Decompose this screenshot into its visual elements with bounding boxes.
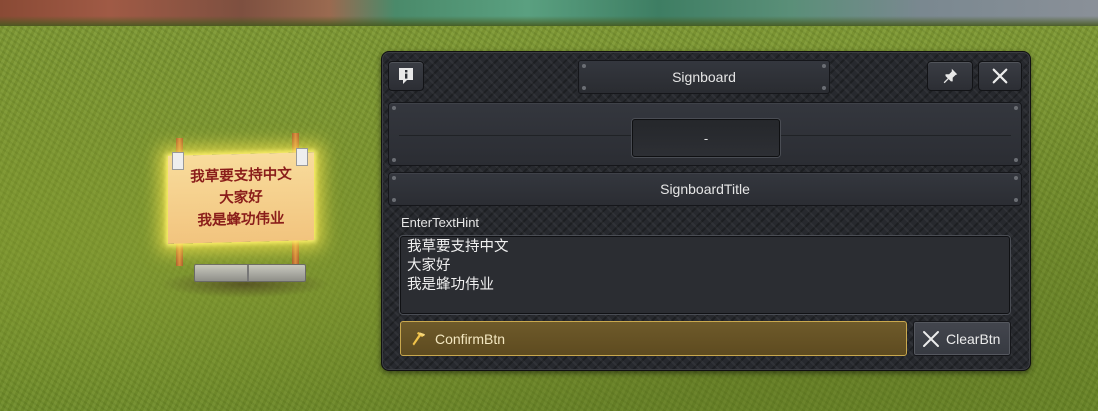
sign-board-face: 我草要支持中文 大家好 我是蜂功伟业 <box>168 152 314 244</box>
sign-base-slab <box>194 264 306 282</box>
value-field[interactable]: - <box>632 119 780 157</box>
confirm-button[interactable]: ConfirmBtn <box>400 321 907 356</box>
clear-button-label: ClearBtn <box>946 330 1001 347</box>
sign-line: 大家好 <box>219 189 263 207</box>
paper-clip-right <box>296 148 308 166</box>
rivet <box>392 176 396 180</box>
sign-text-input[interactable]: 我草要支持中文 大家好 我是蜂功伟业 <box>400 236 1010 314</box>
text-line: 大家好 <box>407 258 451 274</box>
rivet <box>582 86 586 90</box>
world-signboard[interactable]: 我草要支持中文 大家好 我是蜂功伟业 <box>150 130 330 300</box>
enter-text-hint: EnterTextHint <box>401 215 480 230</box>
rivet <box>1014 198 1018 202</box>
rivet <box>822 64 826 68</box>
close-icon <box>992 68 1008 84</box>
info-button[interactable] <box>388 61 424 91</box>
dialog-title-bar: Signboard <box>578 60 830 94</box>
text-line: 我是蜂功伟业 <box>407 277 494 293</box>
info-icon <box>399 68 413 84</box>
signboard-dialog: Signboard - SignboardTitle EnterTextHint… <box>381 51 1031 371</box>
pin-button[interactable] <box>927 61 973 91</box>
value-section: - <box>388 102 1022 166</box>
dialog-title: Signboard <box>672 69 736 85</box>
clear-button[interactable]: ClearBtn <box>913 321 1011 356</box>
hammer-icon <box>412 331 425 345</box>
rivet <box>582 64 586 68</box>
rivet <box>392 198 396 202</box>
rivet <box>1014 176 1018 180</box>
rivet <box>822 86 826 90</box>
section-title-bar: SignboardTitle <box>388 172 1022 206</box>
text-line: 我草要支持中文 <box>407 239 509 255</box>
rock-cliff-background <box>0 0 1098 26</box>
section-title: SignboardTitle <box>660 181 750 197</box>
pin-icon <box>943 68 958 84</box>
paper-clip-left <box>172 152 184 170</box>
confirm-button-label: ConfirmBtn <box>435 330 506 347</box>
sign-line: 我是蜂功伟业 <box>197 210 285 230</box>
x-icon <box>923 330 939 347</box>
sign-line: 我草要支持中文 <box>190 166 292 186</box>
rivet <box>1014 158 1018 162</box>
rivet <box>392 158 396 162</box>
close-button[interactable] <box>978 61 1022 91</box>
rivet <box>1014 106 1018 110</box>
rivet <box>392 106 396 110</box>
